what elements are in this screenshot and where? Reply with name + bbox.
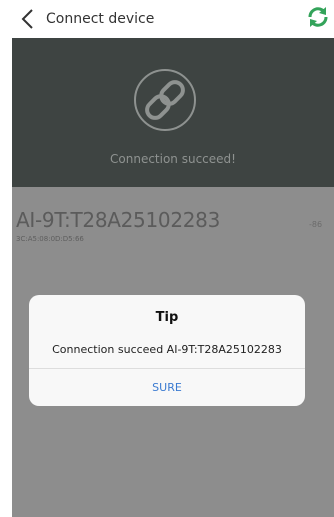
tip-dialog: Tip Connection succeed AI-9T:T28A2510228… xyxy=(29,295,305,406)
device-signal-strength: -86 xyxy=(309,220,323,229)
connection-status-panel: Connection succeed! xyxy=(12,38,334,187)
refresh-button[interactable] xyxy=(306,5,330,29)
sure-button[interactable]: SURE xyxy=(29,369,305,406)
link-icon xyxy=(133,68,197,132)
app-screen: Connect device Connection succeed! AI-9T… xyxy=(12,0,334,517)
connection-status-text: Connection succeed! xyxy=(110,152,236,166)
dialog-message: Connection succeed AI-9T:T28A25102283 xyxy=(52,343,282,356)
back-button[interactable] xyxy=(19,8,37,30)
dialog-title: Tip xyxy=(155,310,179,325)
device-name: AI-9T:T28A25102283 xyxy=(16,208,221,232)
nav-bar: Connect device xyxy=(12,0,334,38)
page-title: Connect device xyxy=(46,11,155,27)
device-mac-address: 3C:A5:08:0D:D5:66 xyxy=(16,235,84,243)
chevron-left-icon xyxy=(21,9,33,29)
refresh-icon xyxy=(308,7,328,27)
